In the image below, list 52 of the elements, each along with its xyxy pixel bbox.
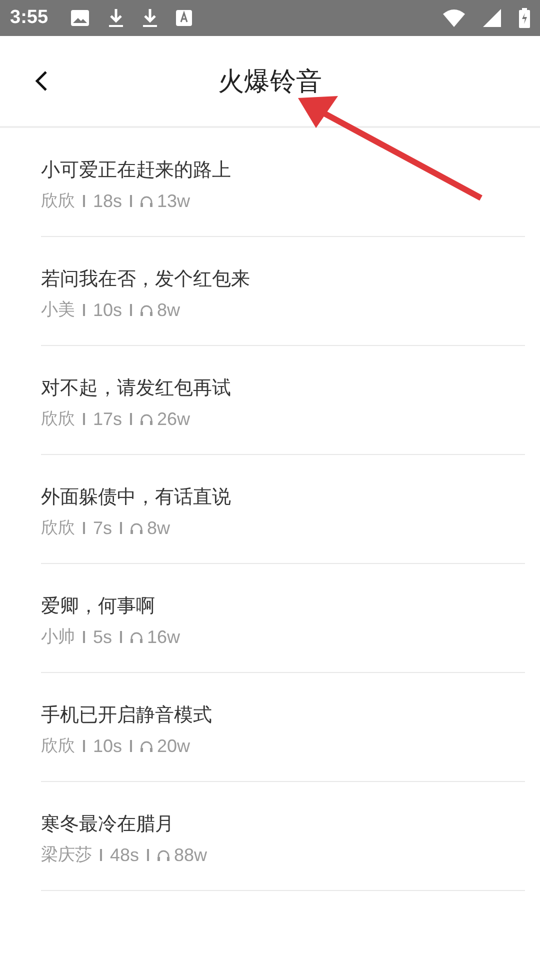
ringtone-title: 手机已开启静音模式 (41, 703, 212, 728)
author-name: 欣欣 (41, 517, 75, 540)
headphones-icon (130, 522, 144, 534)
ringtone-title: 寒冬最冷在腊月 (41, 812, 174, 837)
keyboard-icon (176, 10, 192, 26)
signal-icon (483, 9, 501, 27)
ringtone-item[interactable]: 对不起，请发红包再试 欣欣 17s 26w (41, 346, 525, 455)
ringtone-title: 若问我在否，发个红包来 (41, 267, 250, 292)
ringtone-item[interactable]: 外面躲债中，有话直说 欣欣 7s 8w (41, 455, 525, 564)
duration: 5s (93, 626, 112, 649)
ringtone-title: 对不起，请发红包再试 (41, 376, 231, 401)
image-icon (70, 9, 90, 27)
ringtone-item[interactable]: 爱卿，何事啊 小帅 5s 16w (41, 564, 525, 673)
ringtone-item[interactable]: 小可爱正在赶来的路上 欣欣 18s 13w (41, 128, 525, 237)
play-count: 16w (147, 626, 180, 649)
ringtone-item[interactable]: 寒冬最冷在腊月 梁庆莎 48s 88w (41, 782, 525, 891)
play-count: 8w (157, 299, 180, 322)
author-name: 小帅 (41, 626, 75, 649)
duration: 18s (93, 190, 122, 213)
play-count: 88w (174, 844, 208, 867)
author-name: 欣欣 (41, 190, 75, 213)
headphones-icon (157, 848, 170, 862)
headphones-icon (140, 740, 154, 752)
ringtone-item[interactable]: 若问我在否，发个红包来 小美 10s 8w (41, 237, 525, 346)
page-title: 火爆铃音 (218, 66, 322, 98)
author-name: 欣欣 (41, 408, 75, 431)
ringtone-title: 外面躲债中，有话直说 (41, 485, 231, 510)
duration: 17s (93, 408, 122, 431)
duration: 7s (93, 517, 112, 540)
back-icon (34, 70, 48, 92)
duration: 10s (93, 735, 122, 758)
headphones-icon (140, 304, 154, 316)
author-name: 梁庆莎 (41, 844, 92, 867)
ringtone-item[interactable]: 手机已开启静音模式 欣欣 10s 20w (41, 673, 525, 782)
headphones-icon (140, 194, 154, 208)
status-time: 3:55 (10, 7, 48, 29)
play-count: 13w (157, 190, 190, 213)
headphones-icon (140, 412, 154, 426)
duration: 48s (110, 844, 140, 867)
author-name: 小美 (41, 299, 75, 322)
download-icon (142, 8, 158, 28)
author-name: 欣欣 (41, 735, 75, 758)
ringtone-title: 小可爱正在赶来的路上 (41, 158, 231, 183)
duration: 10s (93, 299, 122, 322)
play-count: 26w (157, 408, 190, 431)
headphones-icon (130, 630, 144, 644)
play-count: 20w (157, 735, 190, 758)
download-icon (108, 8, 124, 28)
play-count: 8w (147, 517, 170, 540)
battery-icon (519, 8, 530, 28)
ringtone-title: 爱卿，何事啊 (41, 594, 155, 619)
wifi-icon (443, 9, 465, 27)
